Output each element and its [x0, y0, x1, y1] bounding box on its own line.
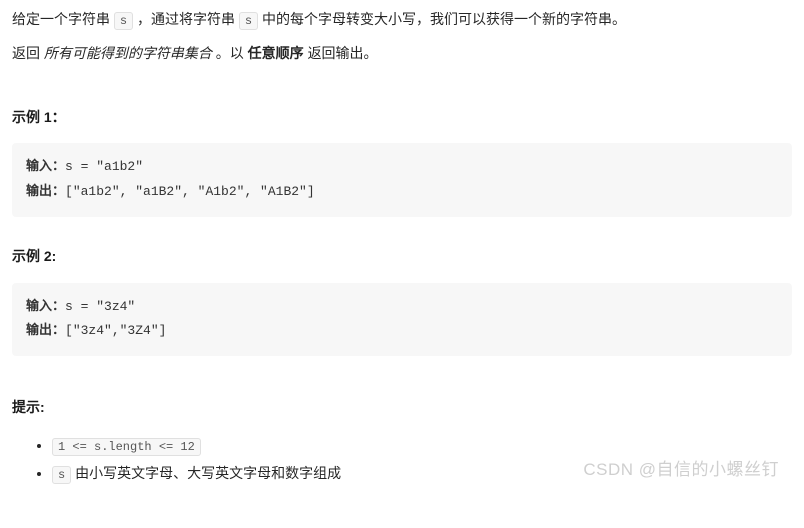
- input-value: s = "a1b2": [65, 159, 143, 174]
- intro-text: 返回输出。: [308, 45, 378, 61]
- example-1-block: 输入：s = "a1b2" 输出：["a1b2", "a1B2", "A1b2"…: [12, 143, 792, 216]
- intro-text: 给定一个字符串: [12, 11, 114, 27]
- output-value: ["3z4","3Z4"]: [65, 323, 166, 338]
- intro-text: ，通过将字符串: [137, 11, 239, 27]
- output-label: 输出：: [26, 184, 65, 199]
- hints-heading: 提示:: [12, 396, 792, 420]
- intro-paragraph-1: 给定一个字符串 s ，通过将字符串 s 中的每个字母转变大小写，我们可以获得一个…: [12, 8, 792, 32]
- example-2-block: 输入：s = "3z4" 输出：["3z4","3Z4"]: [12, 283, 792, 356]
- constraint-text: 由小写英文字母、大写英文字母和数字组成: [71, 465, 341, 481]
- intro-paragraph-2: 返回 所有可能得到的字符串集合 。以 任意顺序 返回输出。: [12, 42, 792, 66]
- intro-text: 返回: [12, 45, 44, 61]
- output-value: ["a1b2", "a1B2", "A1b2", "A1B2"]: [65, 184, 315, 199]
- input-value: s = "3z4": [65, 299, 135, 314]
- inline-code-s: s: [114, 12, 133, 30]
- constraint-code: 1 <= s.length <= 12: [52, 438, 201, 456]
- list-item: s 由小写英文字母、大写英文字母和数字组成: [52, 462, 792, 486]
- input-label: 输入：: [26, 159, 65, 174]
- intro-bold: 任意顺序: [248, 45, 304, 61]
- inline-code-s: s: [239, 12, 258, 30]
- intro-text: 。以: [216, 45, 248, 61]
- example-2-heading: 示例 2:: [12, 245, 792, 269]
- intro-italic: 所有可能得到的字符串集合: [44, 45, 212, 61]
- hints-list: 1 <= s.length <= 12 s 由小写英文字母、大写英文字母和数字组…: [12, 434, 792, 486]
- input-label: 输入：: [26, 299, 65, 314]
- constraint-code: s: [52, 466, 71, 484]
- list-item: 1 <= s.length <= 12: [52, 434, 792, 458]
- example-1-heading: 示例 1：: [12, 106, 792, 130]
- output-label: 输出：: [26, 323, 65, 338]
- intro-text: 中的每个字母转变大小写，我们可以获得一个新的字符串。: [262, 11, 626, 27]
